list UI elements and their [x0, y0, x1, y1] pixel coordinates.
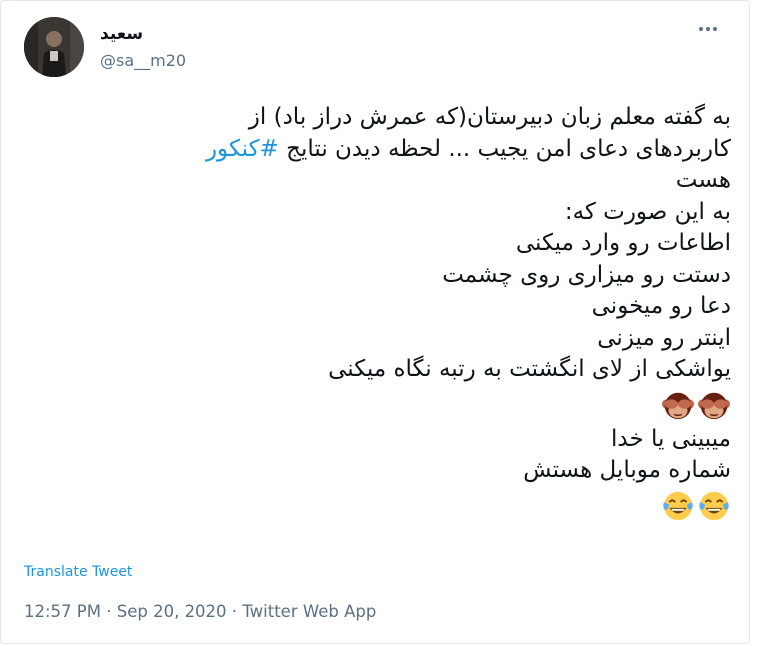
- emoji-row: [25, 487, 731, 525]
- tweet-line: هست: [675, 167, 731, 193]
- user-handle[interactable]: @sa__m20: [100, 51, 186, 71]
- translate-tweet-link[interactable]: Translate Tweet: [24, 564, 132, 580]
- tweet-text: به گفته معلم زبان دبیرستان(که عمرش دراز …: [25, 102, 731, 525]
- more-options-icon[interactable]: [695, 21, 721, 37]
- avatar-photo-icon: [24, 17, 84, 77]
- tweet-source[interactable]: Twitter Web App: [242, 602, 376, 621]
- face-with-tears-of-joy-icon: [699, 491, 729, 521]
- tweet-line: به این صورت که:: [564, 198, 731, 225]
- hashtag-link[interactable]: #کنکور: [206, 136, 279, 162]
- tweet-line: کاربردهای دعای امن یجیب ... لحظه دیدن نت…: [25, 134, 731, 166]
- tweet-time[interactable]: 12:57 PM: [24, 602, 101, 621]
- see-no-evil-monkey-icon: [697, 392, 731, 420]
- tweet-line-text: کاربردهای دعای امن یجیب ... لحظه دیدن نت…: [278, 135, 731, 162]
- tweet-line: اطاعات رو وارد میکنی: [515, 230, 731, 256]
- tweet-meta: 12:57 PM · Sep 20, 2020 · Twitter Web Ap…: [24, 602, 376, 621]
- emoji-row: [25, 386, 731, 424]
- tweet-line: میبینی یا خدا: [611, 425, 731, 452]
- tweet-line: به گفته معلم زبان دبیرستان(که عمرش دراز …: [248, 104, 731, 130]
- tweet-line: یواشکی از لای انگشتت به رتبه نگاه میکنی: [328, 356, 731, 382]
- avatar[interactable]: [24, 17, 84, 77]
- tweet-line: اینتر رو میزنی: [597, 324, 731, 351]
- meta-separator: ·: [226, 602, 243, 621]
- tweet-line: شماره موبایل هستش: [523, 457, 731, 483]
- meta-separator: ·: [100, 602, 117, 621]
- see-no-evil-monkey-icon: [661, 392, 695, 420]
- face-with-tears-of-joy-icon: [663, 491, 693, 521]
- tweet-line: دعا رو میخونی: [591, 293, 731, 319]
- tweet-line: دستت رو میزاری روی چشمت: [442, 261, 731, 288]
- tweet-date[interactable]: Sep 20, 2020: [117, 602, 227, 621]
- display-name[interactable]: سعید: [100, 23, 143, 45]
- tweet-card: سعید @sa__m20 به گفته معلم زبان دبیرستان…: [0, 0, 750, 644]
